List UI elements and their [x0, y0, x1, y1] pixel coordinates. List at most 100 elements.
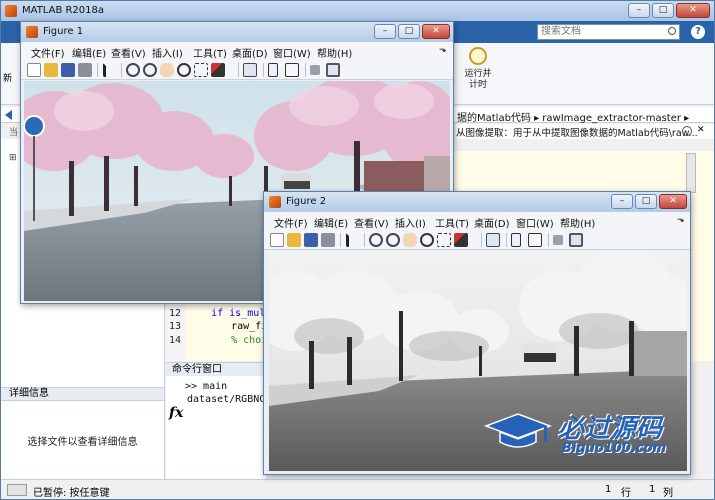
minimize-button[interactable]: – — [628, 3, 650, 18]
info-options-icon[interactable] — [682, 126, 692, 136]
figure-2-close-button[interactable]: ✕ — [659, 194, 687, 209]
menu-tools[interactable]: 工具(T) — [435, 215, 469, 230]
hide-plot-tools-icon[interactable] — [310, 65, 320, 75]
menu-dock-icon[interactable]: ⬎ — [439, 45, 447, 55]
figure-2-minimize-button[interactable]: – — [611, 194, 633, 209]
brush-icon[interactable] — [211, 63, 225, 77]
toolbar-separator — [481, 233, 482, 247]
brush-dropdown-icon[interactable] — [226, 63, 234, 77]
code-line: 14 % choi — [169, 335, 268, 346]
toolbar-separator — [506, 233, 507, 247]
link-plot-icon[interactable] — [243, 63, 257, 77]
menu-desktop[interactable]: 桌面(D) — [232, 45, 268, 60]
menu-file[interactable]: 文件(F) — [274, 215, 308, 230]
rotate-3d-icon[interactable] — [420, 233, 434, 247]
new-figure-icon[interactable] — [27, 63, 41, 77]
toolbar-separator — [340, 233, 341, 247]
menu-file[interactable]: 文件(F) — [31, 45, 65, 60]
maximize-button[interactable]: □ — [652, 3, 674, 18]
colorbar-icon[interactable] — [511, 233, 521, 247]
select-arrow-icon[interactable] — [103, 63, 117, 77]
brush-icon[interactable] — [454, 233, 468, 247]
figure-1-close-button[interactable]: ✕ — [422, 24, 450, 39]
legend-icon[interactable] — [528, 233, 542, 247]
editor-scrollbar[interactable] — [686, 153, 696, 193]
code-line: 12 if is_mult — [169, 308, 272, 319]
search-documentation-input[interactable]: 搜索文档 — [537, 24, 680, 40]
command-line: >> main — [185, 381, 228, 392]
figure-2-titlebar[interactable]: Figure 2 – □ ✕ — [264, 192, 690, 212]
status-row-value: 1 — [605, 484, 612, 495]
hide-plot-tools-icon[interactable] — [553, 235, 563, 245]
show-plot-tools-icon[interactable] — [569, 233, 583, 247]
menu-help[interactable]: 帮助(H) — [560, 215, 595, 230]
zoom-out-icon[interactable] — [143, 63, 157, 77]
rotate-3d-icon[interactable] — [177, 63, 191, 77]
search-icon[interactable] — [668, 27, 676, 35]
info-close-icon[interactable]: ✕ — [697, 125, 705, 135]
menu-dock-icon[interactable]: ⬎ — [677, 215, 685, 225]
legend-icon[interactable] — [285, 63, 299, 77]
open-file-icon[interactable] — [287, 233, 301, 247]
select-arrow-icon[interactable] — [346, 233, 360, 247]
menu-tools[interactable]: 工具(T) — [193, 45, 227, 60]
menu-insert[interactable]: 插入(I) — [152, 45, 183, 60]
back-arrow-icon[interactable] — [5, 110, 12, 120]
menu-view[interactable]: 查看(V) — [354, 215, 389, 230]
status-text: 已暂停: 按任意键 — [33, 488, 110, 499]
toolbar-separator — [548, 233, 549, 247]
open-file-icon[interactable] — [44, 63, 58, 77]
status-icon — [7, 484, 27, 496]
menu-edit[interactable]: 编辑(E) — [72, 45, 106, 60]
menu-view[interactable]: 查看(V) — [111, 45, 146, 60]
folder-breadcrumb[interactable]: 据的Matlab代码 ▸ rawImage_extractor-master ▸ — [457, 109, 689, 124]
menu-window[interactable]: 窗口(W) — [273, 45, 311, 60]
brush-dropdown-icon[interactable] — [469, 233, 477, 247]
menu-window[interactable]: 窗口(W) — [516, 215, 554, 230]
toolbar-separator — [121, 63, 122, 77]
pan-hand-icon[interactable] — [403, 233, 417, 247]
save-icon[interactable] — [304, 233, 318, 247]
pan-hand-icon[interactable] — [160, 63, 174, 77]
figure-1-titlebar[interactable]: Figure 1 – □ ✕ — [21, 22, 453, 42]
link-plot-icon[interactable] — [486, 233, 500, 247]
matlab-titlebar[interactable]: MATLAB R2018a – □ ✕ — [1, 1, 714, 21]
menu-edit[interactable]: 编辑(E) — [314, 215, 348, 230]
data-cursor-icon[interactable] — [437, 233, 451, 247]
menu-help[interactable]: 帮助(H) — [317, 45, 352, 60]
fx-icon: fx — [169, 405, 184, 421]
ribbon-new-label: 新 — [3, 74, 13, 84]
watermark-logo: 必过源码 Biguo100.com — [484, 404, 694, 460]
toolbar-separator — [364, 233, 365, 247]
menu-insert[interactable]: 插入(I) — [395, 215, 426, 230]
zoom-out-icon[interactable] — [386, 233, 400, 247]
colorbar-icon[interactable] — [268, 63, 278, 77]
print-icon[interactable] — [321, 233, 335, 247]
figure-1-maximize-button[interactable]: □ — [398, 24, 420, 39]
expand-icon[interactable]: ⊞ — [9, 153, 17, 163]
run-and-time-icon[interactable] — [469, 47, 487, 65]
menu-desktop[interactable]: 桌面(D) — [474, 215, 510, 230]
command-window-header[interactable]: 命令行窗口 — [166, 362, 266, 376]
figure-2-menubar: 文件(F) 编辑(E) 查看(V) 插入(I) 工具(T) 桌面(D) 窗口(W… — [264, 212, 690, 230]
zoom-in-icon[interactable] — [369, 233, 383, 247]
status-bar: 已暂停: 按任意键 行 1 列 1 — [1, 479, 714, 499]
new-figure-icon[interactable] — [270, 233, 284, 247]
watermark-cn-text: 必过源码 — [558, 414, 663, 444]
details-header[interactable]: 详细信息 — [1, 387, 164, 401]
show-plot-tools-icon[interactable] — [326, 63, 340, 77]
figure-1-minimize-button[interactable]: – — [374, 24, 396, 39]
run-and-time-button[interactable]: 运行并计时 — [463, 69, 493, 91]
details-placeholder: 选择文件以查看详细信息 — [27, 437, 138, 448]
figure-1-title: Figure 1 — [43, 26, 84, 37]
figure-logo-icon — [26, 26, 38, 38]
zoom-in-icon[interactable] — [126, 63, 140, 77]
save-icon[interactable] — [61, 63, 75, 77]
print-icon[interactable] — [78, 63, 92, 77]
data-cursor-icon[interactable] — [194, 63, 208, 77]
help-button[interactable]: ? — [691, 25, 705, 39]
figure-2-maximize-button[interactable]: □ — [635, 194, 657, 209]
toolbar-separator — [97, 63, 98, 77]
toolbar-separator — [238, 63, 239, 77]
close-button[interactable]: ✕ — [676, 3, 710, 18]
